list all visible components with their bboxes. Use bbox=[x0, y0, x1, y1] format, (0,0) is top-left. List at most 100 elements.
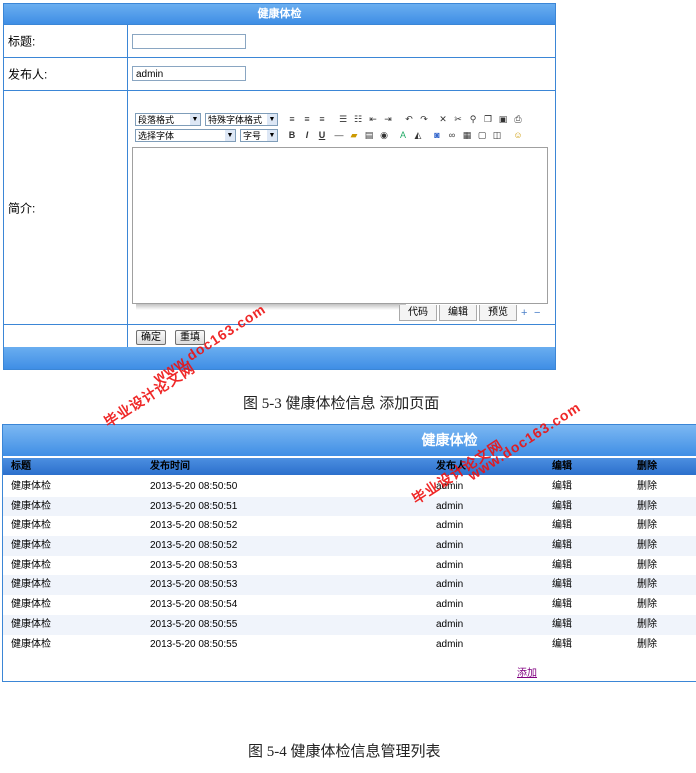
title-input[interactable] bbox=[132, 34, 246, 49]
cell-title: 健康体检 bbox=[11, 520, 51, 532]
insert-link-icon[interactable]: ◙ bbox=[431, 129, 443, 141]
font-size-select[interactable]: 字号 ▼ bbox=[240, 129, 278, 142]
delete-link[interactable]: 删除 bbox=[637, 615, 657, 635]
title-row: 标题: bbox=[4, 24, 555, 57]
delete-link[interactable]: 删除 bbox=[637, 556, 657, 576]
delete-link[interactable]: 删除 bbox=[637, 516, 657, 536]
editor-content-area[interactable] bbox=[132, 147, 548, 304]
print-icon[interactable]: ⎙ bbox=[512, 113, 524, 125]
special-font-select[interactable]: 特殊字体格式 ▼ bbox=[205, 113, 278, 126]
outdent-icon[interactable]: ⇤ bbox=[367, 113, 379, 125]
header-delete: 删除 bbox=[637, 461, 657, 472]
insert-image-icon[interactable]: ▤ bbox=[363, 129, 375, 141]
cell-publish-time: 2013-5-20 08:50:53 bbox=[150, 579, 238, 591]
align-left-icon[interactable]: ≡ bbox=[286, 113, 298, 125]
rich-text-editor: 段落格式 ▼ 特殊字体格式 ▼ 选择字体 ▼ 字号 ▼ ≡ ≡ ≡ ☰ ☷ ⇤ ⇥ ↶ … bbox=[131, 107, 548, 321]
redo-icon[interactable]: ↷ bbox=[418, 113, 430, 125]
edit-link[interactable]: 编辑 bbox=[552, 615, 572, 635]
edit-link[interactable]: 编辑 bbox=[552, 575, 572, 595]
edit-link[interactable]: 编辑 bbox=[552, 556, 572, 576]
paste-icon[interactable]: ▣ bbox=[497, 113, 509, 125]
chevron-down-icon: ▼ bbox=[267, 114, 277, 125]
editor-toolbar: 段落格式 ▼ 特殊字体格式 ▼ 选择字体 ▼ 字号 ▼ ≡ ≡ ≡ ☰ ☷ ⇤ ⇥ ↶ … bbox=[135, 110, 545, 144]
font-select[interactable]: 选择字体 ▼ bbox=[135, 129, 236, 142]
edit-link[interactable]: 编辑 bbox=[552, 595, 572, 615]
edit-link[interactable]: 编辑 bbox=[552, 516, 572, 536]
cell-title: 健康体检 bbox=[11, 500, 51, 512]
health-check-list: 健康体检 标题 发布时间 发布人 编辑 删除 健康体检 2013-5-20 08:… bbox=[2, 424, 696, 682]
paragraph-format-select[interactable]: 段落格式 ▼ bbox=[135, 113, 201, 126]
shrink-editor-icon[interactable]: − bbox=[534, 307, 540, 319]
undo-icon[interactable]: ↶ bbox=[403, 113, 415, 125]
table-row: 健康体检 2013-5-20 08:50:53 admin 编辑 删除 bbox=[3, 556, 696, 576]
bold-icon[interactable]: B bbox=[286, 129, 298, 141]
delete-link[interactable]: 删除 bbox=[637, 635, 657, 655]
caption-fig-5-3: 图 5-3 健康体检信息 添加页面 bbox=[243, 396, 440, 412]
unlink-icon[interactable]: ∞ bbox=[446, 129, 458, 141]
add-link[interactable]: 添加 bbox=[517, 664, 537, 679]
delete-link[interactable]: 删除 bbox=[637, 536, 657, 556]
table-row: 健康体检 2013-5-20 08:50:55 admin 编辑 删除 bbox=[3, 635, 696, 655]
insert-folder-icon[interactable]: ▰ bbox=[348, 129, 360, 141]
form-footer-bar bbox=[4, 347, 555, 369]
tab-code[interactable]: 代码 bbox=[399, 305, 437, 321]
cell-publisher: admin bbox=[436, 599, 464, 611]
cell-publish-time: 2013-5-20 08:50:52 bbox=[150, 540, 238, 552]
edit-link[interactable]: 编辑 bbox=[552, 497, 572, 517]
cut-icon[interactable]: ✂ bbox=[452, 113, 464, 125]
cell-title: 健康体检 bbox=[11, 599, 51, 611]
chevron-down-icon: ▼ bbox=[190, 114, 200, 125]
buttons-row: 确定 重填 bbox=[4, 324, 555, 349]
cell-publisher: admin bbox=[436, 579, 464, 591]
header-publish-time: 发布时间 bbox=[150, 461, 190, 472]
header-edit: 编辑 bbox=[552, 461, 572, 472]
text-color-icon[interactable]: A bbox=[397, 129, 409, 141]
list-header-row: 标题 发布时间 发布人 编辑 删除 bbox=[3, 458, 696, 475]
edit-link[interactable]: 编辑 bbox=[552, 536, 572, 556]
italic-icon[interactable]: I bbox=[301, 129, 313, 141]
bg-color-icon[interactable]: ◭ bbox=[412, 129, 424, 141]
edit-link[interactable]: 编辑 bbox=[552, 635, 572, 655]
cell-publisher: admin bbox=[436, 500, 464, 512]
bullet-list-icon[interactable]: ☰ bbox=[337, 113, 349, 125]
cell-publisher: admin bbox=[436, 559, 464, 571]
numbered-list-icon[interactable]: ☷ bbox=[352, 113, 364, 125]
confirm-button[interactable]: 确定 bbox=[136, 330, 166, 345]
publisher-input[interactable]: admin bbox=[132, 66, 246, 81]
align-right-icon[interactable]: ≡ bbox=[316, 113, 328, 125]
insert-table-icon[interactable]: ▦ bbox=[461, 129, 473, 141]
form-title: 健康体检 bbox=[4, 4, 555, 24]
table-row: 健康体检 2013-5-20 08:50:52 admin 编辑 删除 bbox=[3, 536, 696, 556]
insert-frame-icon[interactable]: ▢ bbox=[476, 129, 488, 141]
delete-link[interactable]: 删除 bbox=[637, 595, 657, 615]
list-body: 健康体检 2013-5-20 08:50:50 admin 编辑 删除 健康体检 2013-… bbox=[3, 477, 696, 654]
insert-layer-icon[interactable]: ◫ bbox=[491, 129, 503, 141]
delete-link[interactable]: 删除 bbox=[637, 497, 657, 517]
enlarge-editor-icon[interactable]: + bbox=[521, 307, 527, 319]
delete-link[interactable]: 删除 bbox=[637, 575, 657, 595]
horizontal-rule-icon[interactable]: — bbox=[333, 129, 345, 141]
tab-preview[interactable]: 预览 bbox=[479, 305, 517, 321]
delete-link[interactable]: 删除 bbox=[637, 477, 657, 497]
header-title: 标题 bbox=[11, 461, 31, 472]
edit-link[interactable]: 编辑 bbox=[552, 477, 572, 497]
table-row: 健康体检 2013-5-20 08:50:52 admin 编辑 删除 bbox=[3, 516, 696, 536]
cell-publish-time: 2013-5-20 08:50:53 bbox=[150, 559, 238, 571]
cell-title: 健康体检 bbox=[11, 638, 51, 650]
tab-edit[interactable]: 编辑 bbox=[439, 305, 477, 321]
cell-title: 健康体检 bbox=[11, 559, 51, 571]
align-center-icon[interactable]: ≡ bbox=[301, 113, 313, 125]
emoticon-icon[interactable]: ☺ bbox=[512, 129, 524, 141]
copy-icon[interactable]: ❐ bbox=[482, 113, 494, 125]
cell-publisher: admin bbox=[436, 638, 464, 650]
table-row: 健康体检 2013-5-20 08:50:54 admin 编辑 删除 bbox=[3, 595, 696, 615]
add-form: 健康体检 标题: 发布人: admin 简介: 段落格式 ▼ 特殊字体格式 ▼ 选择… bbox=[3, 3, 556, 370]
indent-icon[interactable]: ⇥ bbox=[382, 113, 394, 125]
insert-media-icon[interactable]: ◉ bbox=[378, 129, 390, 141]
underline-icon[interactable]: U bbox=[316, 129, 328, 141]
delete-icon[interactable]: ✕ bbox=[437, 113, 449, 125]
title-label: 标题: bbox=[8, 34, 36, 49]
cell-publish-time: 2013-5-20 08:50:51 bbox=[150, 500, 238, 512]
find-icon[interactable]: ⚲ bbox=[467, 113, 479, 125]
publisher-row: 发布人: admin bbox=[4, 57, 555, 90]
